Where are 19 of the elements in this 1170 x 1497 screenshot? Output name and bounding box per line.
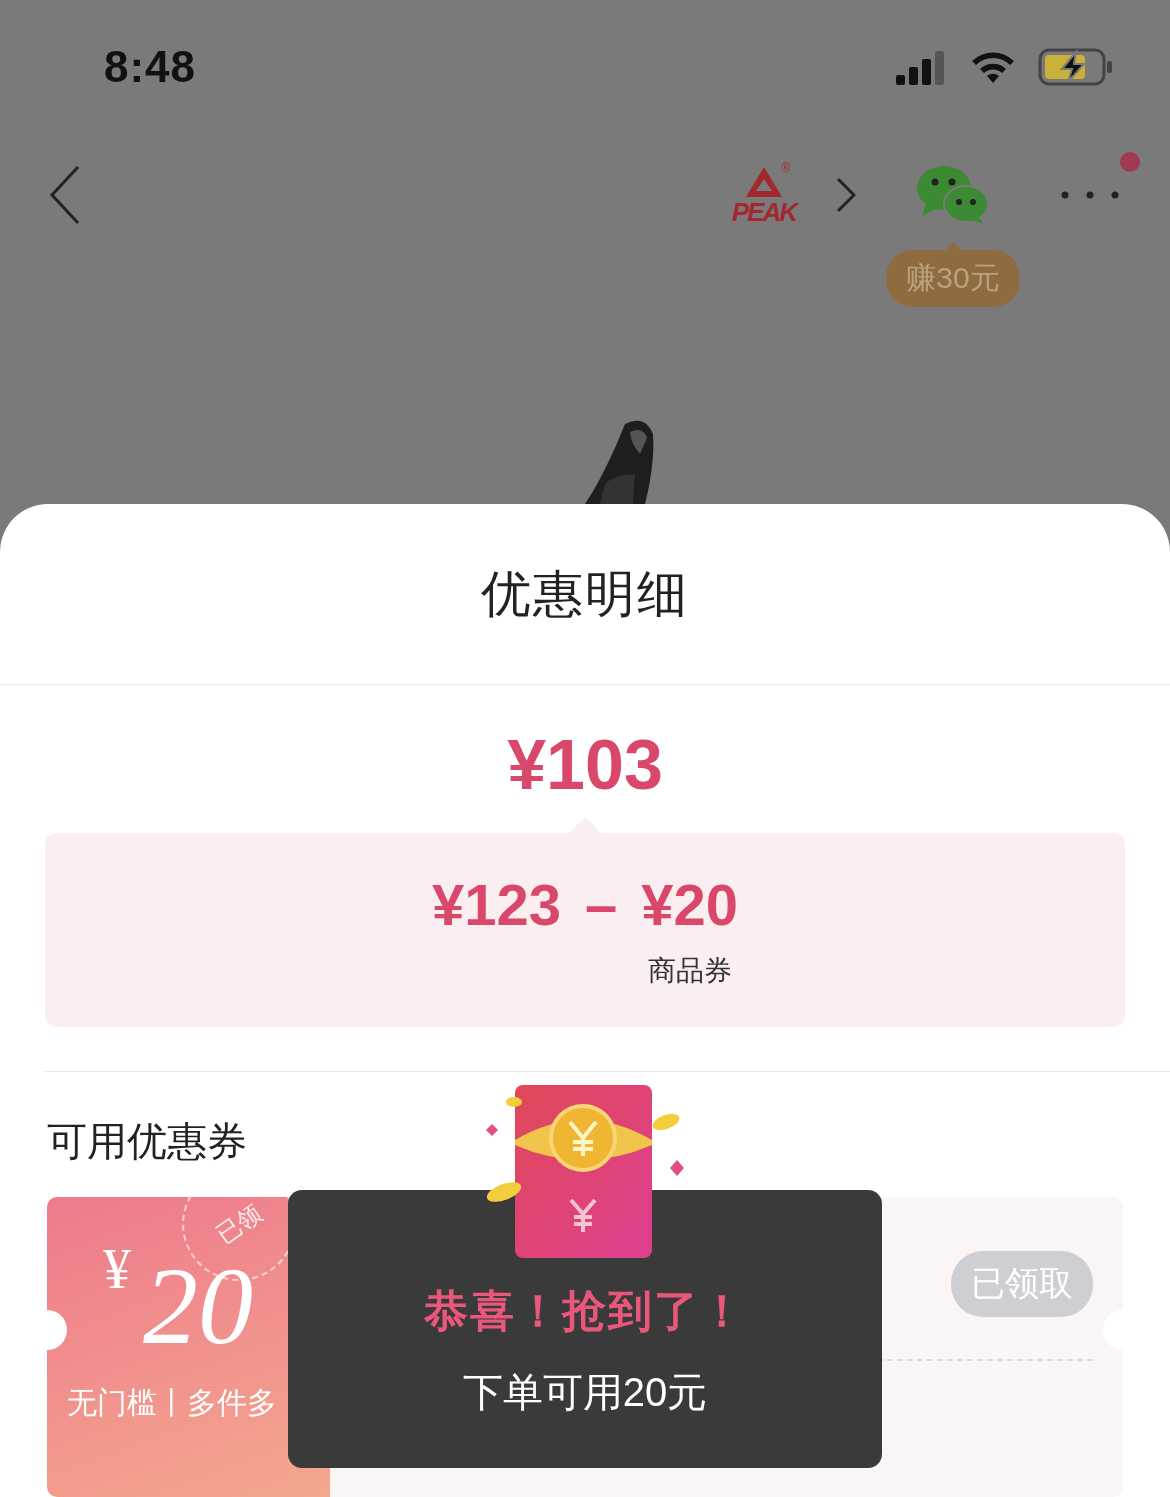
original-price: ¥123: [431, 870, 561, 938]
battery-charging-icon: [1038, 47, 1114, 86]
chat-bubbles-icon[interactable]: [916, 163, 990, 226]
more-icon[interactable]: [1060, 189, 1120, 200]
coupon-conditions: 无门槛丨多件多: [67, 1385, 278, 1421]
status-time: 8:48: [104, 41, 197, 92]
toast-title: 恭喜！抢到了！: [424, 1285, 746, 1337]
coupons-heading: 可用优惠券: [47, 1118, 248, 1165]
chevron-right-icon[interactable]: [836, 176, 856, 213]
discount-label: 商品券: [647, 953, 732, 988]
sheet-title: 优惠明细: [481, 564, 689, 624]
discount-amount: ¥20: [641, 870, 739, 938]
final-price: ¥103: [507, 726, 663, 804]
minus-sign: –: [585, 870, 618, 938]
badge-pointer: [945, 241, 961, 250]
toast-message: 下单可用20元: [462, 1369, 708, 1416]
coupon-amount: 20: [143, 1251, 253, 1361]
back-icon[interactable]: [48, 164, 82, 225]
currency-symbol: ¥: [103, 1237, 131, 1301]
